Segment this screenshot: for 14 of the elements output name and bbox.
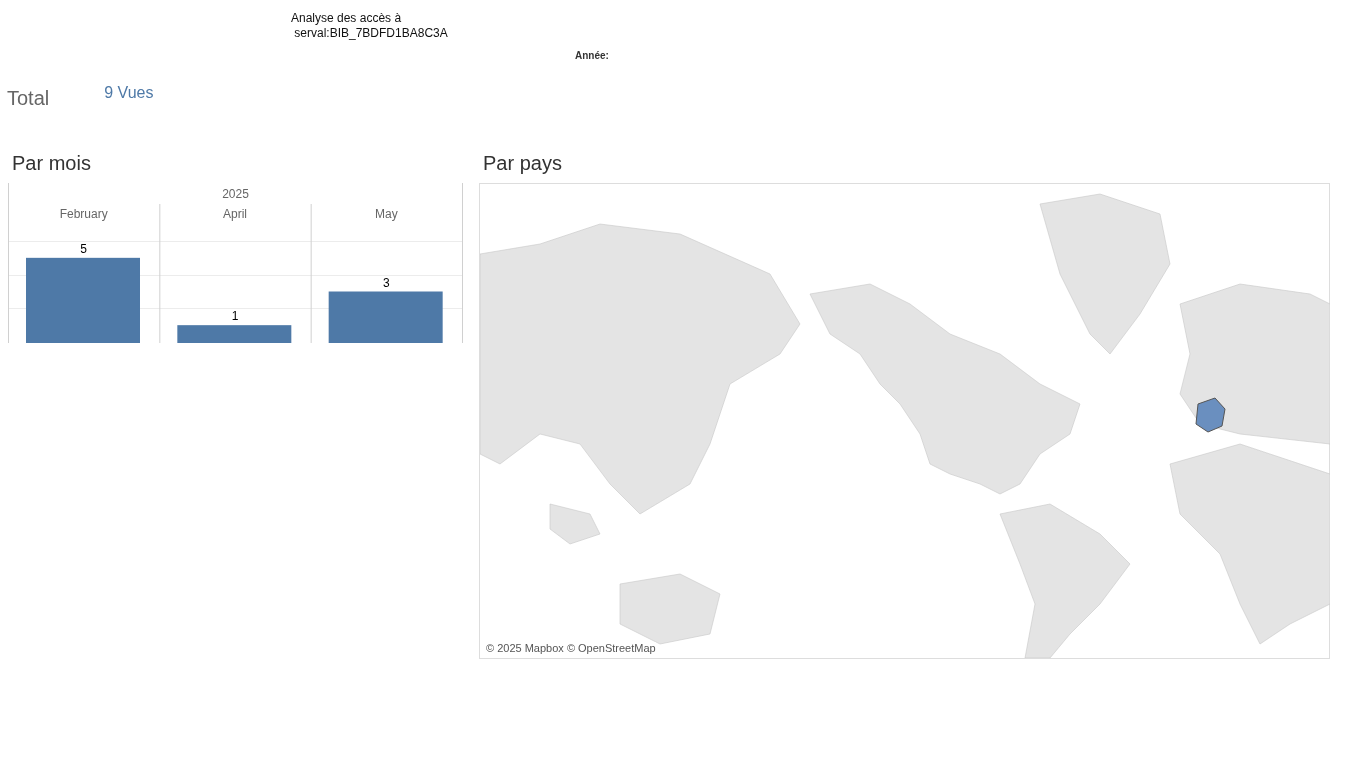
- data-label: 5: [80, 241, 87, 256]
- report-title: Analyse des accès à serval:BIB_7BDFD1BA8C3A: [291, 11, 448, 41]
- total-label: Total: [7, 87, 50, 110]
- axis-label: April: [223, 207, 247, 221]
- data-label: 3: [383, 275, 390, 290]
- map-attribution: © 2025 Mapbox © OpenStreetMap: [486, 642, 656, 654]
- chart-title: 2025: [222, 187, 249, 201]
- total-value: 9 Vues: [104, 84, 154, 102]
- section-title: Par pays: [483, 152, 562, 175]
- section-title: Par mois: [12, 152, 91, 175]
- axis-label: May: [375, 207, 398, 221]
- filter-label: Année:: [575, 50, 609, 61]
- data-label: 1: [231, 309, 239, 324]
- axis-label: February: [59, 207, 108, 221]
